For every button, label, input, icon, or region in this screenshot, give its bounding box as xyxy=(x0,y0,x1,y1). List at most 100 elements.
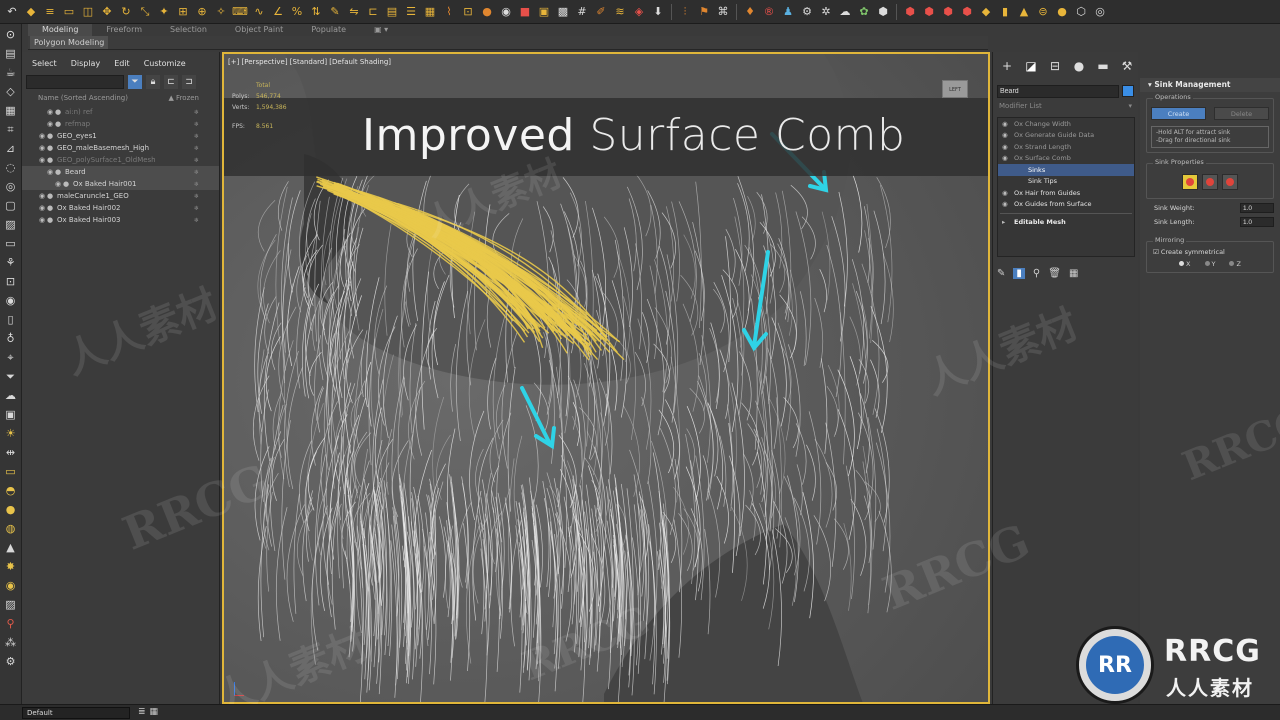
tree-item[interactable]: ◉ ● Ox Baked Hair001 ❄ xyxy=(22,178,219,190)
filter-icon[interactable]: ⏷ xyxy=(4,370,18,384)
visibility-eye-icon[interactable]: ◉ xyxy=(54,180,62,188)
star-icon[interactable]: ✸ xyxy=(4,560,18,574)
view-cube[interactable]: LEFT xyxy=(942,80,968,98)
configure-sets-icon[interactable]: ▦ xyxy=(1069,268,1078,279)
frame-icon[interactable]: ▣ xyxy=(4,408,18,422)
motion-tab-icon[interactable]: ● xyxy=(1071,59,1087,73)
blob-icon[interactable]: ● xyxy=(1054,4,1070,20)
layers-icon[interactable]: ▤ xyxy=(4,47,18,61)
freeze-icon[interactable]: ❄ xyxy=(194,217,199,224)
freeze-icon[interactable]: ❄ xyxy=(194,193,199,200)
modifier-stack-item[interactable]: Sinks xyxy=(998,164,1134,176)
hex-1-icon[interactable]: ⬢ xyxy=(902,4,918,20)
show-end-result-icon[interactable]: ▮ xyxy=(1013,267,1025,279)
toggle-scene-explorer-icon[interactable]: ☰ xyxy=(403,4,419,20)
particle-icon[interactable]: ⁂ xyxy=(4,636,18,650)
sink-type-repel-button[interactable] xyxy=(1202,174,1218,190)
disc-icon[interactable]: ◉ xyxy=(4,579,18,593)
cone-icon[interactable]: ▲ xyxy=(1016,4,1032,20)
flag-icon[interactable]: ⚑ xyxy=(696,4,712,20)
menu-customize[interactable]: Customize xyxy=(144,59,186,68)
named-sel-icon[interactable]: ✎ xyxy=(327,4,343,20)
shape-icon[interactable]: ◈ xyxy=(631,4,647,20)
frog-icon[interactable]: ✿ xyxy=(856,4,872,20)
box-icon[interactable]: ▢ xyxy=(4,199,18,213)
sink-type-attract-button[interactable] xyxy=(1182,174,1198,190)
tree-item[interactable]: ◉ ● GEO_eyes1 ❄ xyxy=(22,130,219,142)
ref-coord-icon[interactable]: ⊞ xyxy=(175,4,191,20)
grid-tool-icon[interactable]: ▦ xyxy=(4,104,18,118)
modifier-stack-item[interactable]: ◉ Ox Surface Comb xyxy=(998,153,1134,165)
bar-icon[interactable]: ▮ xyxy=(997,4,1013,20)
layer-icon[interactable]: ▤ xyxy=(384,4,400,20)
freeze-icon[interactable]: ❄ xyxy=(194,181,199,188)
tree-item[interactable]: ◉ ● maleCaruncle1_GEO ❄ xyxy=(22,190,219,202)
menu-select[interactable]: Select xyxy=(32,59,57,68)
brush-icon[interactable]: ⫶ xyxy=(677,4,693,20)
mirror-icon[interactable]: ⇋ xyxy=(346,4,362,20)
hex-white-icon[interactable]: ⬡ xyxy=(1073,4,1089,20)
tree-item[interactable]: ◉ ● Ox Baked Hair002 ❄ xyxy=(22,202,219,214)
select-manip-icon[interactable]: ✧ xyxy=(213,4,229,20)
name-column-header[interactable]: Name (Sorted Ascending) xyxy=(38,94,128,106)
globe-icon[interactable]: ◎ xyxy=(1092,4,1108,20)
snap-icon[interactable]: ∿ xyxy=(251,4,267,20)
tab-freeform[interactable]: Freeform xyxy=(92,24,156,36)
modifier-toggle-eye-icon[interactable]: ◉ xyxy=(1002,143,1010,151)
settings-icon[interactable]: ✲ xyxy=(818,4,834,20)
gear-icon[interactable]: ⚙ xyxy=(799,4,815,20)
tab-populate[interactable]: Populate xyxy=(297,24,360,36)
make-unique-icon[interactable]: ⚲ xyxy=(1033,268,1040,279)
tree-item[interactable]: ◉ ● ai:n) ref ❄ xyxy=(22,106,219,118)
loop-icon[interactable]: ◌ xyxy=(4,161,18,175)
layers-stack-icon[interactable]: ≣ xyxy=(138,707,146,717)
script-icon[interactable]: ⌘ xyxy=(715,4,731,20)
delete-button[interactable]: Delete xyxy=(1214,107,1269,120)
redshift-icon[interactable]: ® xyxy=(761,4,777,20)
viewport-label[interactable]: [+] [Perspective] [Standard] [Default Sh… xyxy=(228,58,391,66)
tree-item[interactable]: ◉ ● GEO_maleBasemesh_High ❄ xyxy=(22,142,219,154)
sink-weight-spinner[interactable] xyxy=(1240,203,1274,213)
render-icon[interactable]: ▣ xyxy=(536,4,552,20)
arrows-icon[interactable]: ⇹ xyxy=(4,446,18,460)
sink-type-direction-button[interactable] xyxy=(1222,174,1238,190)
axis-x-radio[interactable]: X xyxy=(1179,260,1191,268)
modifier-toggle-eye-icon[interactable]: ◉ xyxy=(1002,189,1010,197)
symmetry-checkbox[interactable]: ☑ Create symmetrical xyxy=(1153,248,1269,256)
visibility-eye-icon[interactable]: ◉ xyxy=(38,216,46,224)
modifier-stack-item[interactable]: ◉ Ox Change Width xyxy=(998,118,1134,130)
freeze-icon[interactable]: ❄ xyxy=(194,145,199,152)
modifier-stack-item[interactable]: ◉ Ox Hair from Guides xyxy=(998,187,1134,199)
visibility-eye-icon[interactable]: ◉ xyxy=(38,156,46,164)
rotate-icon[interactable]: ↻ xyxy=(118,4,134,20)
dome-icon[interactable]: ◓ xyxy=(4,484,18,498)
ribbon-options-icon[interactable]: ▣ ▾ xyxy=(360,24,402,36)
tree-item[interactable]: ◉ ● refmap ❄ xyxy=(22,118,219,130)
modifier-list-dropdown[interactable]: Modifier List ▾ xyxy=(999,102,1132,114)
spinner-snap-icon[interactable]: ⇅ xyxy=(308,4,324,20)
gear-small-icon[interactable]: ⚙ xyxy=(4,655,18,669)
rendered-frame-icon[interactable]: ■ xyxy=(517,4,533,20)
base-object-item[interactable]: ▸ Editable Mesh xyxy=(998,216,1134,228)
modifier-toggle-eye-icon[interactable]: ◉ xyxy=(1002,131,1010,139)
cube-icon[interactable]: ⬢ xyxy=(875,4,891,20)
placement-icon[interactable]: ✦ xyxy=(156,4,172,20)
visibility-eye-icon[interactable]: ◉ xyxy=(46,108,54,116)
pivot-icon[interactable]: ⊕ xyxy=(194,4,210,20)
pattern-icon[interactable]: ▨ xyxy=(4,598,18,612)
bulb-icon[interactable]: ⊙ xyxy=(4,28,18,42)
tab-modeling[interactable]: Modeling xyxy=(28,24,93,36)
freeze-icon[interactable]: ❄ xyxy=(194,205,199,212)
tab-selection[interactable]: Selection xyxy=(156,24,221,36)
pin-stack-icon[interactable]: ✎ xyxy=(997,268,1005,279)
layer-view-icon[interactable]: ⊐ xyxy=(182,75,196,89)
utilities-tab-icon[interactable]: ⚒ xyxy=(1119,59,1135,73)
modifier-stack-item[interactable]: Sink Tips xyxy=(998,176,1134,188)
axis-z-radio[interactable]: Z xyxy=(1229,260,1241,268)
display-icon[interactable]: ▭ xyxy=(4,237,18,251)
link-icon[interactable]: ⌗ xyxy=(4,123,18,137)
modifier-stack-item[interactable]: ◉ Ox Strand Length xyxy=(998,141,1134,153)
percent-snap-icon[interactable]: % xyxy=(289,4,305,20)
sun-icon[interactable]: ☀ xyxy=(4,427,18,441)
modifier-toggle-eye-icon[interactable]: ◉ xyxy=(1002,154,1010,162)
